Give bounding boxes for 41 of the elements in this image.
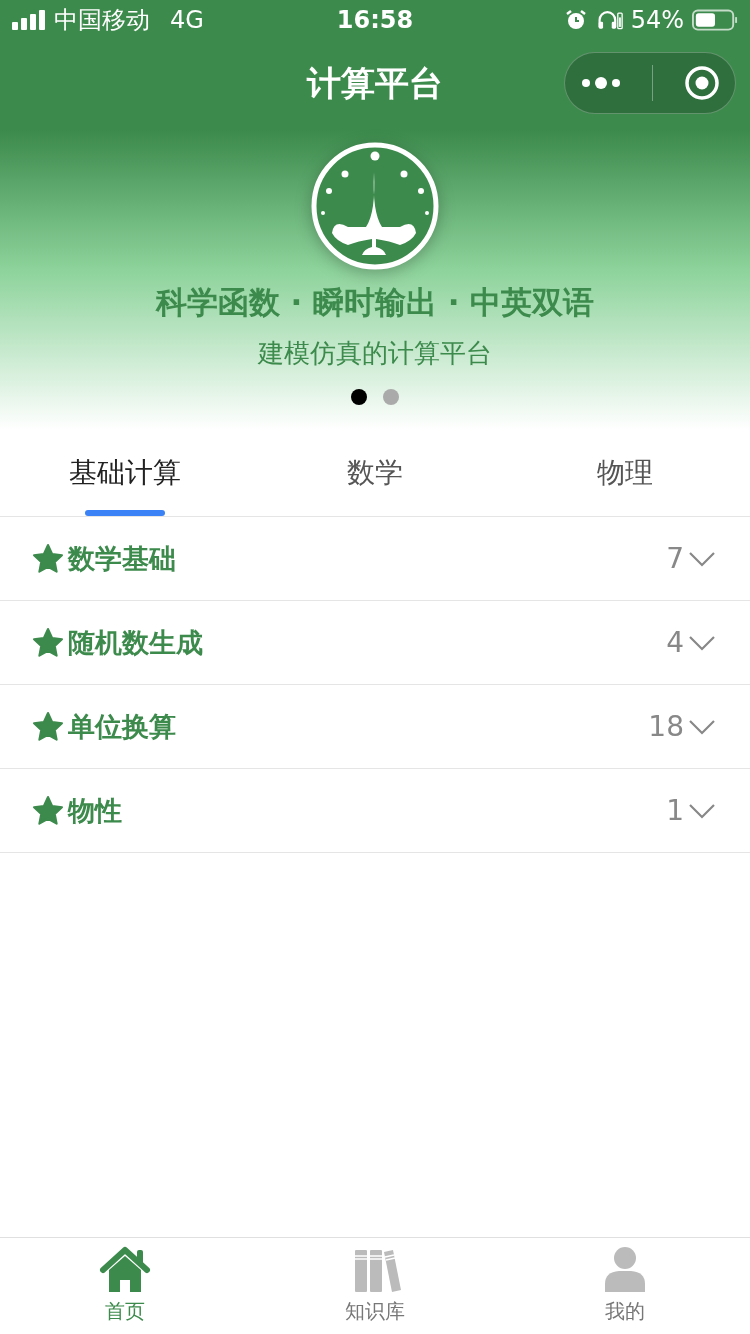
item-count: 1	[666, 794, 684, 827]
category-tab[interactable]: 基础计算	[0, 430, 250, 516]
item-count: 7	[666, 542, 684, 575]
star-icon	[32, 626, 64, 659]
category-tab[interactable]: 物理	[500, 430, 750, 516]
star-icon	[32, 710, 64, 743]
star-icon	[32, 542, 64, 575]
category-row[interactable]: 物性 1	[0, 769, 750, 853]
carrier-name: 中国移动	[54, 5, 150, 36]
category-row[interactable]: 随机数生成 4	[0, 601, 750, 685]
carousel-dot[interactable]	[351, 389, 367, 405]
tab-bar-item[interactable]: 我的	[500, 1238, 750, 1334]
carousel-dot[interactable]	[383, 389, 399, 405]
category-row[interactable]: 单位换算 18	[0, 685, 750, 769]
chevron-icon[interactable]	[688, 634, 716, 651]
category-name: 数学基础	[68, 541, 177, 576]
logo-emblem-icon	[311, 142, 439, 270]
signal-icon	[12, 10, 46, 30]
item-count: 18	[648, 710, 684, 743]
star-icon	[32, 794, 64, 827]
battery-icon	[692, 8, 738, 32]
headphones-icon	[596, 8, 623, 32]
page-title: 计算平台	[307, 62, 443, 105]
close-target-icon[interactable]	[683, 65, 720, 101]
category-name: 物性	[68, 793, 123, 828]
category-tab[interactable]: 数学	[250, 430, 500, 516]
tab-bar-item[interactable]: 知识库	[250, 1238, 500, 1334]
category-row[interactable]: 数学基础 7	[0, 517, 750, 601]
chevron-icon[interactable]	[688, 718, 716, 735]
tab-bar-item[interactable]: 首页	[0, 1238, 250, 1334]
battery-percent: 54%	[630, 6, 684, 34]
clock-time: 16:58	[336, 6, 414, 34]
more-icon[interactable]	[580, 75, 621, 91]
chevron-icon[interactable]	[688, 550, 716, 567]
item-count: 4	[666, 626, 684, 659]
network-type: 4G	[170, 6, 204, 34]
chevron-icon[interactable]	[688, 802, 716, 819]
hero-subtitle: 建模仿真的计算平台	[258, 337, 492, 370]
category-name: 单位换算	[68, 709, 177, 744]
feature-headline: 科学函数 · 瞬时输出 · 中英双语	[155, 283, 595, 322]
category-name: 随机数生成	[68, 625, 204, 660]
